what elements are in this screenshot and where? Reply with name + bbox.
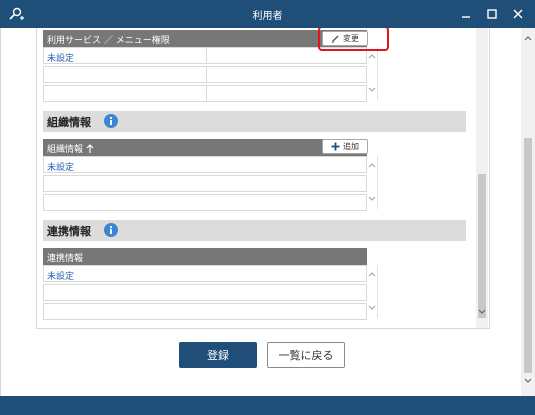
scroll-down-icon[interactable]: [524, 378, 532, 384]
form-scroll-panel: 利用サービス ／ メニュー権限 未設定 変更 組織情報 組織情報 未設定 追加 …: [36, 28, 490, 329]
link-section-header: 連携情報: [43, 220, 466, 241]
add-button-label: 追加: [343, 142, 359, 151]
scrollbar-thumb[interactable]: [524, 138, 532, 373]
scroll-up-icon[interactable]: [368, 162, 376, 168]
scroll-up-icon[interactable]: [368, 53, 376, 59]
org-section-header: 組織情報: [43, 111, 466, 132]
panel-scrollbar[interactable]: [476, 28, 488, 328]
grid-header-label: 利用サービス ／ メニュー権限: [47, 36, 170, 46]
minimize-icon: [462, 16, 470, 18]
table-row[interactable]: [43, 194, 367, 211]
info-icon[interactable]: [104, 114, 118, 128]
grid-scrollbar[interactable]: [367, 156, 378, 209]
minimize-button[interactable]: [458, 6, 474, 22]
scroll-down-icon[interactable]: [478, 309, 486, 315]
grid-scrollbar[interactable]: [367, 265, 378, 318]
grid-header: 連携情報: [43, 248, 367, 265]
table-row[interactable]: [43, 284, 367, 301]
window-titlebar: 利用者: [0, 0, 535, 28]
section-title: 連携情報: [47, 225, 91, 238]
table-row[interactable]: [43, 66, 367, 83]
info-icon[interactable]: [104, 223, 118, 237]
close-button[interactable]: [510, 6, 526, 22]
grid-header: 組織情報: [43, 139, 367, 156]
pencil-icon: [332, 35, 339, 43]
close-icon: [513, 9, 523, 19]
cell-value: 未設定: [47, 272, 75, 282]
window-scrollbar[interactable]: [521, 28, 535, 396]
scroll-down-icon[interactable]: [368, 87, 376, 93]
change-button-label: 変更: [343, 34, 359, 43]
column-divider: [206, 67, 207, 82]
sort-arrow-up-icon[interactable]: [86, 144, 94, 153]
grid-header-label: 組織情報: [47, 142, 94, 155]
column-divider: [206, 48, 207, 63]
section-title: 組織情報: [47, 116, 91, 129]
scroll-up-icon[interactable]: [524, 35, 532, 41]
scroll-down-icon[interactable]: [368, 305, 376, 311]
scrollbar-thumb[interactable]: [478, 174, 486, 318]
change-button[interactable]: 変更: [322, 31, 368, 46]
register-button[interactable]: 登録: [179, 342, 257, 368]
window-title: 利用者: [252, 11, 283, 22]
back-to-list-button[interactable]: 一覧に戻る: [267, 342, 345, 368]
grid-header-text: 組織情報: [47, 145, 84, 155]
table-row[interactable]: [43, 85, 367, 102]
scroll-down-icon[interactable]: [368, 196, 376, 202]
cell-value: 未設定: [47, 54, 75, 64]
maximize-icon: [487, 9, 497, 19]
cell-value: 未設定: [47, 163, 75, 173]
scroll-up-icon[interactable]: [368, 271, 376, 277]
table-row[interactable]: 未設定: [43, 265, 367, 282]
grid-scrollbar[interactable]: [367, 47, 378, 100]
table-row[interactable]: 未設定: [43, 156, 367, 173]
window-bottom-bar: [0, 396, 535, 415]
add-button[interactable]: 追加: [322, 139, 368, 154]
maximize-button[interactable]: [484, 6, 500, 22]
table-row[interactable]: [43, 303, 367, 320]
table-row[interactable]: [43, 175, 367, 192]
plus-icon: [331, 142, 340, 151]
grid-header-label: 連携情報: [47, 254, 84, 264]
column-divider: [206, 86, 207, 101]
